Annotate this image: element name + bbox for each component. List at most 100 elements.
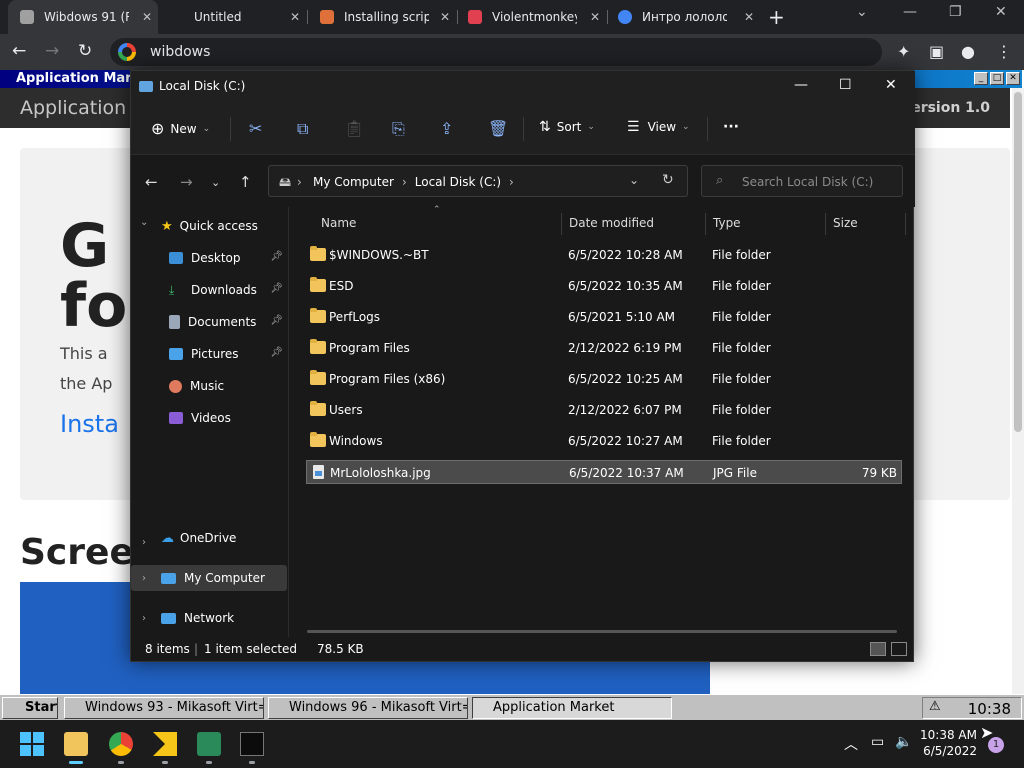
close-tab-icon[interactable]: ✕	[142, 10, 152, 24]
file-row[interactable]: Program Files 2/12/2022 6:19 PM File fol…	[306, 336, 902, 360]
new-tab-icon[interactable]: +	[768, 5, 785, 29]
breadcrumb-local-disk[interactable]: Local Disk (C:)	[415, 175, 501, 189]
close-tab-icon[interactable]: ✕	[290, 10, 300, 24]
install-link[interactable]: Insta	[60, 410, 119, 438]
file-row[interactable]: Program Files (x86) 6/5/2022 10:25 AM Fi…	[306, 367, 902, 391]
menu-icon[interactable]: ⋮	[996, 42, 1012, 61]
scrollbar-thumb[interactable]	[1014, 92, 1022, 432]
taskbar-clock[interactable]: 10:38 AM 6/5/2022	[920, 727, 977, 759]
minimize-icon[interactable]: —	[903, 4, 917, 20]
volume-icon[interactable]: 🔈	[895, 734, 912, 750]
sidebar-icon[interactable]: ▣	[929, 42, 944, 61]
address-bar[interactable]: wibdows	[110, 38, 882, 66]
explorer-close-icon[interactable]: ✕	[885, 77, 897, 93]
more-options-button[interactable]: ···	[723, 119, 739, 135]
file-row[interactable]: Windows 6/5/2022 10:27 AM File folder	[306, 429, 902, 453]
nav-onedrive[interactable]: ☁ OneDrive	[131, 525, 287, 551]
nav-documents[interactable]: Documents 📌︎	[131, 309, 287, 335]
file-row-selected[interactable]: MrLololoshka.jpg 6/5/2022 10:37 AM JPG F…	[306, 460, 902, 484]
profile-icon[interactable]: ●	[961, 42, 975, 61]
chevron-down-icon: ⌄	[202, 123, 211, 134]
nav-desktop[interactable]: Desktop 📌︎	[131, 245, 287, 271]
cut-icon[interactable]: ✂	[249, 119, 262, 138]
paste-icon[interactable]: 📋︎	[344, 119, 364, 138]
warning-icon[interactable]: ⚠	[929, 699, 941, 714]
close-tab-icon[interactable]: ✕	[440, 10, 450, 24]
column-type[interactable]: Type	[713, 216, 741, 230]
column-size[interactable]: Size	[833, 216, 858, 230]
share-icon[interactable]: ⇪	[440, 119, 453, 138]
nav-network[interactable]: Network	[131, 605, 287, 631]
file-type: File folder	[712, 310, 771, 324]
restore-icon[interactable]: ❐	[949, 4, 962, 20]
file-row[interactable]: PerfLogs 6/5/2021 5:10 AM File folder	[306, 305, 902, 329]
nav-music[interactable]: Music	[131, 373, 287, 399]
breadcrumb-my-computer[interactable]: My Computer	[313, 175, 394, 189]
copy-icon[interactable]: ⧉	[297, 119, 308, 139]
refresh-icon[interactable]: ↻	[662, 172, 674, 188]
nav-my-computer[interactable]: My Computer	[131, 565, 287, 591]
winrar-like-icon[interactable]	[153, 732, 177, 756]
large-icons-view-icon[interactable]	[891, 642, 907, 656]
recent-locations-chevron-icon[interactable]: ⌄	[211, 176, 220, 189]
tab-violentmonkey[interactable]: Violentmonkey ✕	[460, 0, 606, 34]
address-dropdown-icon[interactable]: ⌄	[629, 173, 639, 187]
w91-close-button[interactable]: ✕	[1006, 72, 1020, 85]
nav-pictures[interactable]: Pictures 📌︎	[131, 341, 287, 367]
details-view-icon[interactable]	[870, 642, 886, 656]
tab-label: Wibdows 91 (R	[44, 10, 129, 24]
horizontal-scrollbar[interactable]	[307, 630, 897, 633]
forward-icon[interactable]: →	[45, 41, 59, 61]
back-icon[interactable]: ←	[12, 41, 26, 61]
explorer-minimize-icon[interactable]: —	[794, 77, 808, 93]
w9x-start-button[interactable]: Start	[2, 697, 58, 719]
delete-icon[interactable]: 🗑︎	[488, 119, 508, 138]
close-tab-icon[interactable]: ✕	[744, 10, 754, 24]
expand-chevron-icon[interactable]: ›	[142, 573, 146, 584]
up-icon[interactable]: ↑	[239, 173, 252, 191]
tab-search-chevron-icon[interactable]: ⌄	[856, 4, 868, 20]
w9x-taskbar: Start Windows 93 - Mikasoft Virt= Window…	[0, 694, 1024, 720]
w91-maximize-button[interactable]: □	[990, 72, 1004, 85]
column-date-modified[interactable]: Date modified	[569, 216, 654, 230]
file-date: 6/5/2022 10:35 AM	[568, 279, 683, 293]
app-green-icon[interactable]	[197, 732, 221, 756]
tab-installing-script[interactable]: Installing script ✕	[310, 0, 456, 34]
close-window-icon[interactable]: ✕	[995, 4, 1007, 20]
file-explorer-icon[interactable]	[64, 732, 88, 756]
w9x-task-windows96[interactable]: Windows 96 - Mikasoft Virt=	[268, 697, 468, 719]
network-icon[interactable]: ▭	[871, 734, 884, 750]
w9x-task-app-market[interactable]: Application Market	[472, 697, 672, 719]
tab-untitled[interactable]: Untitled ✕	[160, 0, 306, 34]
tab-wibdows[interactable]: Wibdows 91 (R ✕	[8, 0, 158, 34]
rename-icon[interactable]: ⎘	[392, 119, 405, 139]
chrome-icon[interactable]	[109, 732, 133, 756]
file-row[interactable]: Users 2/12/2022 6:07 PM File folder	[306, 398, 902, 422]
w9x-task-windows93[interactable]: Windows 93 - Mikasoft Virt=	[64, 697, 264, 719]
page-scrollbar[interactable]	[1012, 88, 1024, 694]
view-button[interactable]: ☰ View ⌄	[627, 119, 690, 135]
file-name: Program Files	[329, 341, 410, 355]
close-tab-icon[interactable]: ✕	[590, 10, 600, 24]
forward-icon[interactable]: →	[180, 173, 193, 191]
new-button[interactable]: ⊕ New ⌄	[151, 119, 210, 138]
w91-minimize-button[interactable]: _	[974, 72, 988, 85]
terminal-icon[interactable]	[240, 732, 264, 756]
nav-downloads[interactable]: ⤓ Downloads 📌︎	[131, 277, 287, 303]
address-bar[interactable]: 🖴︎ › My Computer › Local Disk (C:) › ⌄ ↻	[268, 165, 688, 197]
explorer-maximize-icon[interactable]: ☐	[839, 77, 852, 93]
windows-start-icon[interactable]	[20, 732, 44, 756]
sort-button[interactable]: ⇅ Sort ⌄	[539, 119, 595, 135]
nav-videos[interactable]: Videos	[131, 405, 287, 431]
tab-intro[interactable]: Интро лололо ✕	[610, 0, 760, 34]
nav-quick-access[interactable]: ★ Quick access	[131, 213, 287, 239]
file-row[interactable]: ESD 6/5/2022 10:35 AM File folder	[306, 274, 902, 298]
reload-icon[interactable]: ↻	[78, 41, 92, 61]
tray-chevron-icon[interactable]: ︿	[844, 734, 858, 754]
extensions-icon[interactable]: ✦	[897, 42, 910, 61]
column-name[interactable]: Name	[321, 216, 356, 230]
back-icon[interactable]: ←	[145, 173, 158, 191]
file-row[interactable]: $WINDOWS.~BT 6/5/2022 10:28 AM File fold…	[306, 243, 902, 267]
search-box[interactable]: ⌕ Search Local Disk (C:)	[701, 165, 903, 197]
file-type: File folder	[712, 372, 771, 386]
